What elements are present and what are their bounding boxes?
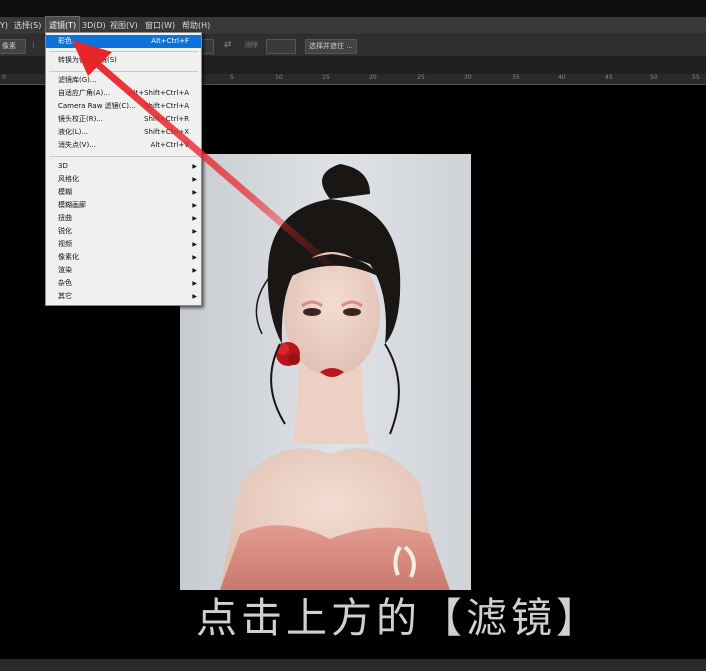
status-bar [0, 659, 706, 671]
annotation-arrow [72, 40, 342, 276]
subtitle-caption: 点击上方的【滤镜】 [196, 594, 601, 642]
